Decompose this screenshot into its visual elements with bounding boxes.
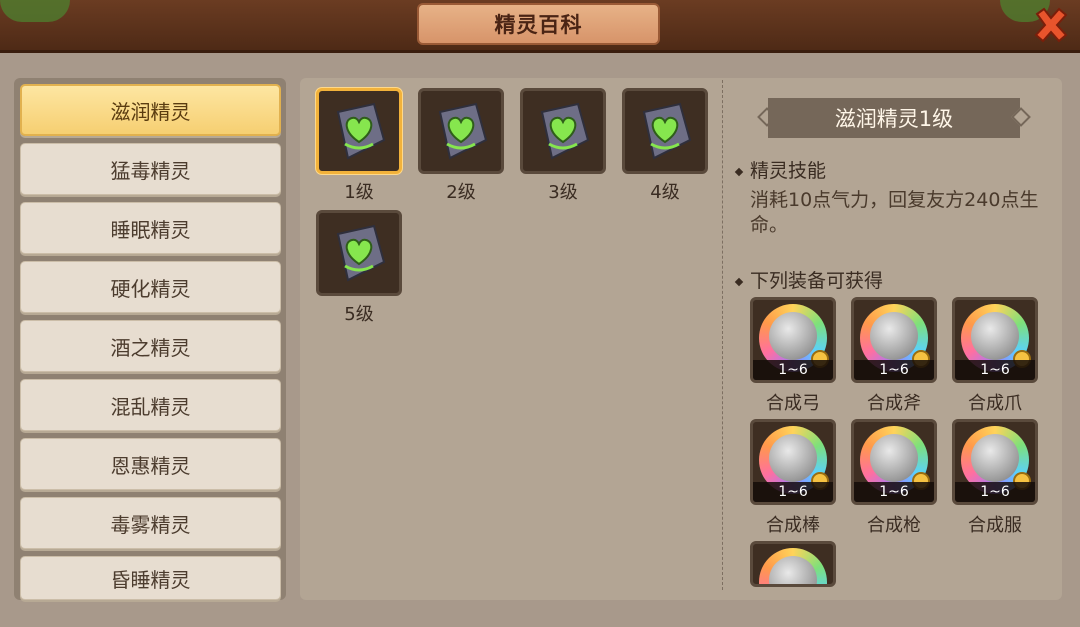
bullet-icon <box>734 277 744 286</box>
level-label: 5级 <box>344 304 374 325</box>
level-card-4[interactable] <box>622 88 708 174</box>
sidebar-item-2[interactable]: 猛毒精灵 <box>20 143 281 195</box>
bow-icon <box>769 312 817 360</box>
sidebar-item-label: 毒雾精灵 <box>110 512 191 537</box>
panel-divider <box>722 80 723 590</box>
equipment-label: 合成斧 <box>867 393 921 414</box>
sidebar-item-4[interactable]: 硬化精灵 <box>20 261 281 313</box>
green-heart-stone-icon <box>642 102 692 160</box>
sidebar-item-label: 睡眠精灵 <box>110 217 191 242</box>
obtain-header: 下列装备可获得 <box>734 266 883 293</box>
detail-title: 滋润精灵1级 <box>768 98 1020 138</box>
club-icon <box>769 434 817 482</box>
level-label: 4级 <box>650 182 680 203</box>
sidebar-item-5[interactable]: 酒之精灵 <box>20 320 281 372</box>
sidebar-item-label: 酒之精灵 <box>110 335 191 360</box>
sidebar-item-3[interactable]: 睡眠精灵 <box>20 202 281 254</box>
green-heart-stone-icon <box>540 102 590 160</box>
equipment-label: 合成弓 <box>766 393 820 414</box>
green-heart-stone-icon <box>336 102 386 160</box>
rainbow-orb <box>759 548 827 584</box>
page-title: 精灵百科 <box>417 3 660 45</box>
armor-icon <box>971 434 1019 482</box>
equipment-level: 1~6 <box>753 360 833 380</box>
armor-icon <box>769 556 817 584</box>
equipment-label: 合成服 <box>968 515 1022 536</box>
equipment-label: 合成棒 <box>766 515 820 536</box>
equipment-label: 合成枪 <box>867 515 921 536</box>
bullet-icon <box>734 167 744 176</box>
sidebar-item-9[interactable]: 昏睡精灵 <box>20 556 281 600</box>
top-bar: 精灵百科 <box>0 0 1080 53</box>
axe-icon <box>870 312 918 360</box>
skill-header: 精灵技能 <box>734 156 826 183</box>
equipment-level: 1~6 <box>854 482 934 502</box>
equipment-label: 合成爪 <box>968 393 1022 414</box>
level-label: 2级 <box>446 182 476 203</box>
equipment-axe[interactable]: 1~6 <box>851 297 937 383</box>
level-card-2[interactable] <box>418 88 504 174</box>
sidebar-item-8[interactable]: 毒雾精灵 <box>20 497 281 549</box>
close-x-icon <box>1034 7 1068 43</box>
sidebar-item-label: 滋润精灵 <box>110 99 191 124</box>
equipment-club[interactable]: 1~6 <box>750 419 836 505</box>
detail-title-banner: 滋润精灵1级 <box>757 98 1031 138</box>
green-heart-stone-icon <box>336 224 386 282</box>
level-label: 3级 <box>548 182 578 203</box>
spear-icon <box>870 434 918 482</box>
equipment-level: 1~6 <box>854 360 934 380</box>
sidebar-item-label: 恩惠精灵 <box>110 453 191 478</box>
equipment-armor-partial[interactable] <box>750 541 836 587</box>
equipment-level: 1~6 <box>955 482 1035 502</box>
equipment-spear[interactable]: 1~6 <box>851 419 937 505</box>
level-card-1[interactable] <box>316 88 402 174</box>
sidebar-item-7[interactable]: 恩惠精灵 <box>20 438 281 490</box>
equipment-level: 1~6 <box>753 482 833 502</box>
green-heart-stone-icon <box>438 102 488 160</box>
sidebar-item-6[interactable]: 混乱精灵 <box>20 379 281 431</box>
leaf-decoration <box>0 0 70 22</box>
sidebar-item-label: 硬化精灵 <box>110 276 191 301</box>
sidebar-item-1[interactable]: 滋润精灵 <box>20 84 281 136</box>
level-card-5[interactable] <box>316 210 402 296</box>
sidebar-item-label: 猛毒精灵 <box>110 158 191 183</box>
equipment-armor[interactable]: 1~6 <box>952 419 1038 505</box>
equipment-bow[interactable]: 1~6 <box>750 297 836 383</box>
equipment-claw[interactable]: 1~6 <box>952 297 1038 383</box>
sidebar-item-label: 混乱精灵 <box>110 394 191 419</box>
skill-description: 消耗10点气力，回复友方240点生命。 <box>750 189 1039 236</box>
sidebar-item-label: 昏睡精灵 <box>110 567 191 592</box>
claw-icon <box>971 312 1019 360</box>
level-label: 1级 <box>344 182 374 203</box>
level-card-3[interactable] <box>520 88 606 174</box>
close-button[interactable] <box>1030 4 1072 46</box>
equipment-level: 1~6 <box>955 360 1035 380</box>
